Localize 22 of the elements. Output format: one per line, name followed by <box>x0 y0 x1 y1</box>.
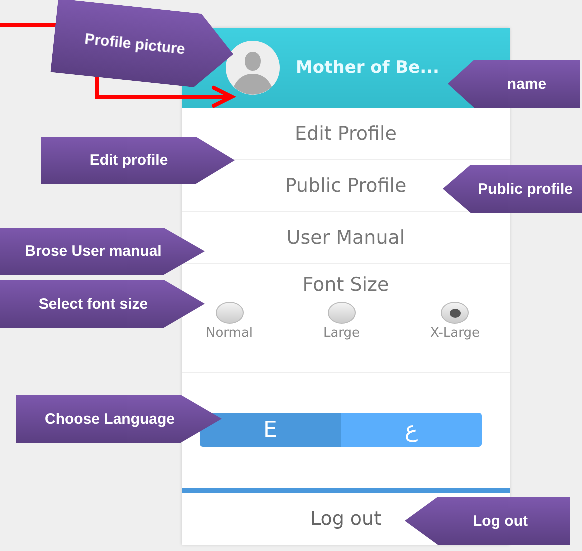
callout-label: Log out <box>405 497 570 545</box>
avatar-icon[interactable] <box>226 41 280 95</box>
radio-label: Large <box>323 326 360 341</box>
callout-label: Edit profile <box>41 137 235 184</box>
callout-label: Public profile <box>443 165 582 213</box>
menu-item[interactable]: Public Profile <box>285 174 407 196</box>
menu-item[interactable]: Edit Profile <box>295 122 397 144</box>
callout-label: name <box>448 60 580 108</box>
user-name: Mother of Be... <box>296 58 440 78</box>
language-toggle[interactable]: E <box>200 413 341 447</box>
section-title: Font Size <box>302 273 390 298</box>
logout-link[interactable]: Log out <box>310 508 382 530</box>
radio-button[interactable] <box>441 302 470 324</box>
callout-label: Select font size <box>0 280 205 328</box>
radio-label: X-Large <box>430 326 480 341</box>
callout-label: Choose Language <box>16 395 222 443</box>
radio-button[interactable] <box>328 302 356 324</box>
radio-button[interactable] <box>216 302 244 324</box>
callout-label: Brose User manual <box>0 228 205 275</box>
radio-label: Normal <box>206 326 254 341</box>
menu-item[interactable]: User Manual <box>286 226 406 248</box>
language-toggle[interactable]: ع <box>341 413 482 447</box>
